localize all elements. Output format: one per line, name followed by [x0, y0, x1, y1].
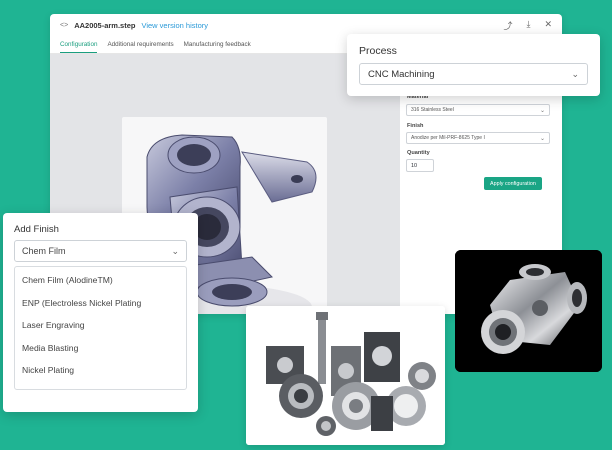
code-icon: <> [60, 21, 69, 29]
title-bar: <> AA2005-arm.step View version history … [50, 14, 562, 36]
chevron-down-icon: ⌄ [539, 135, 545, 142]
quantity-input[interactable]: 10 [406, 159, 434, 172]
finish-option-nickel-plating[interactable]: Nickel Plating [15, 359, 186, 382]
apply-configuration-button[interactable]: Apply configuration [484, 177, 542, 190]
share-icon[interactable]: ⤴ [503, 19, 512, 32]
add-finish-label: Add Finish [14, 224, 59, 235]
chevron-down-icon: ⌄ [571, 68, 579, 79]
material-select[interactable]: 316 Stainless Steel ⌄ [406, 104, 550, 116]
process-value: CNC Machining [368, 68, 435, 80]
finish-options-list: Chem Film (AlodineTM) ENP (Electroless N… [14, 266, 187, 390]
version-history-link[interactable]: View version history [141, 21, 208, 30]
fitting-part-photo [455, 250, 602, 372]
chevron-down-icon: ⌄ [539, 107, 545, 114]
process-select[interactable]: CNC Machining ⌄ [359, 63, 588, 85]
tab-configuration[interactable]: Configuration [60, 37, 98, 53]
material-value: 316 Stainless Steel [411, 107, 454, 113]
parts-photo-card [246, 306, 445, 445]
chevron-down-icon: ⌄ [171, 245, 179, 256]
close-icon[interactable]: ✕ [544, 19, 552, 32]
download-icon[interactable]: ⤓ [526, 19, 530, 32]
process-label: Process [359, 45, 397, 57]
finish-value-small: Anodize per Mil-PRF-8625 Type I [411, 135, 485, 141]
finish-label: Finish [407, 123, 424, 129]
finish-select-small[interactable]: Anodize per Mil-PRF-8625 Type I ⌄ [406, 132, 550, 144]
finish-option-chem-film[interactable]: Chem Film (AlodineTM) [15, 269, 186, 292]
fitting-photo-card [455, 250, 602, 372]
finish-value: Chem Film [22, 246, 66, 256]
finish-option-media-blasting[interactable]: Media Blasting [15, 337, 186, 360]
tab-manufacturing-feedback[interactable]: Manufacturing feedback [184, 37, 251, 52]
tab-additional-requirements[interactable]: Additional requirements [107, 37, 173, 52]
title-actions: ⤴ ⤓ ✕ [503, 19, 552, 32]
file-name: AA2005-arm.step [74, 20, 136, 30]
finish-option-laser-engraving[interactable]: Laser Engraving [15, 314, 186, 337]
quantity-label: Quantity [407, 150, 430, 156]
finish-select[interactable]: Chem Film ⌄ [14, 240, 187, 262]
machined-parts-photo [246, 306, 445, 445]
process-card: Process CNC Machining ⌄ [347, 34, 600, 96]
add-finish-card: Add Finish Chem Film ⌄ Chem Film (Alodin… [3, 213, 198, 412]
finish-option-enp[interactable]: ENP (Electroless Nickel Plating [15, 292, 186, 315]
